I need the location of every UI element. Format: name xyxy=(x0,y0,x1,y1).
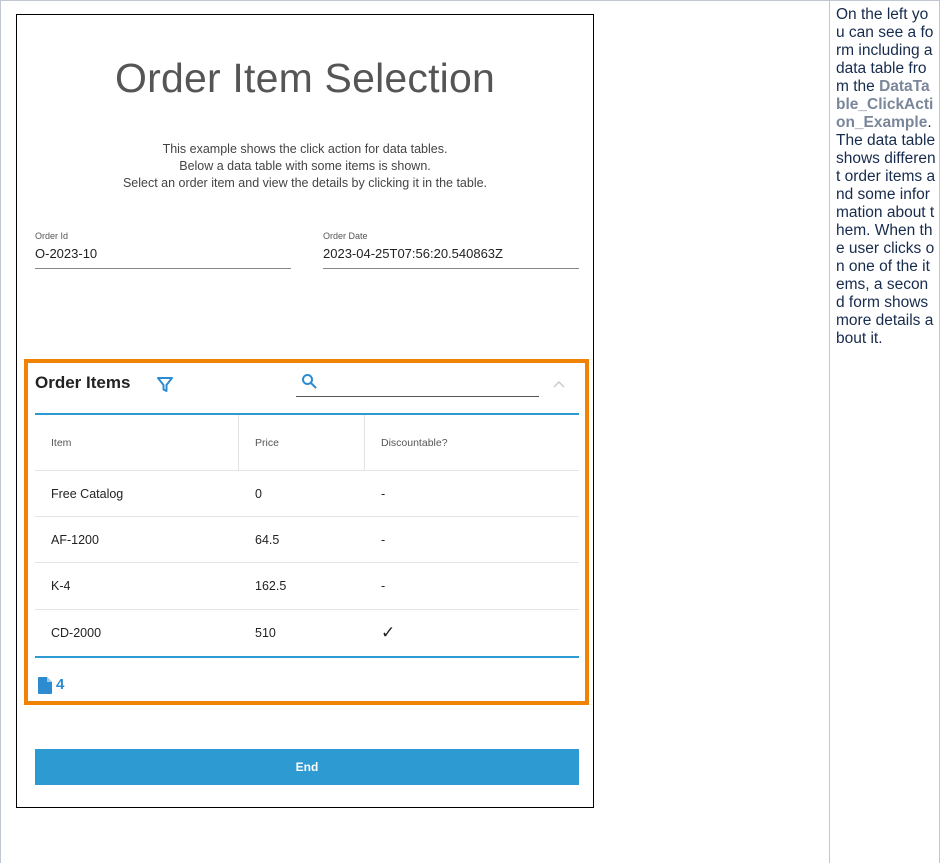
column-header-discountable[interactable]: Discountable? xyxy=(365,415,579,470)
order-id-underline xyxy=(35,268,291,269)
order-id-field[interactable]: Order Id O-2023-10 xyxy=(35,231,291,269)
order-date-field[interactable]: Order Date 2023-04-25T07:56:20.540863Z xyxy=(323,231,579,269)
column-header-price[interactable]: Price xyxy=(239,415,364,470)
price-cell: 64.5 xyxy=(255,533,280,547)
price-cell: 162.5 xyxy=(255,579,287,593)
file-icon xyxy=(38,677,52,694)
column-header-item[interactable]: Item xyxy=(35,415,238,470)
price-cell: 510 xyxy=(255,626,276,640)
item-cell: CD-2000 xyxy=(51,626,102,640)
search-input[interactable] xyxy=(296,396,539,397)
end-button[interactable]: End xyxy=(35,749,579,785)
description-line-1: This example shows the click action for … xyxy=(162,142,448,156)
table-border-top xyxy=(0,0,940,1)
table-bottom-border xyxy=(35,656,579,658)
side-text-part-2: . The data table shows different order i… xyxy=(836,114,936,347)
price-cell: 0 xyxy=(255,487,262,501)
order-items-title: Order Items xyxy=(35,373,131,392)
discountable-check-cell: ✓ xyxy=(381,623,396,642)
filter-icon[interactable] xyxy=(156,376,174,394)
table-row[interactable]: K-4 162.5 - xyxy=(35,562,579,609)
description-line-3: Select an order item and view the detail… xyxy=(122,176,488,190)
chevron-up-icon[interactable] xyxy=(553,379,565,389)
order-id-value: O-2023-10 xyxy=(35,246,98,261)
item-cell: Free Catalog xyxy=(51,487,124,501)
table-border-left xyxy=(0,0,1,863)
order-date-label: Order Date xyxy=(323,231,368,241)
side-description: On the left you can see a form including… xyxy=(836,6,936,348)
form-description: This example shows the click action for … xyxy=(17,141,593,192)
discountable-cell: - xyxy=(381,487,386,501)
table-row[interactable]: CD-2000 510 ✓ xyxy=(35,609,579,656)
doc-table: Order Item Selection This example shows … xyxy=(0,0,940,863)
item-cell: K-4 xyxy=(51,579,71,593)
table-border-middle xyxy=(829,0,830,863)
form-screenshot: Order Item Selection This example shows … xyxy=(16,14,594,808)
table-row[interactable]: Free Catalog 0 - xyxy=(35,470,579,517)
item-count: 4 xyxy=(56,676,65,693)
description-line-2: Below a data table with some items is sh… xyxy=(179,159,431,173)
table-row[interactable]: AF-1200 64.5 - xyxy=(35,516,579,563)
page-title: Order Item Selection xyxy=(115,55,495,101)
order-date-underline xyxy=(323,268,579,269)
search-icon[interactable] xyxy=(301,373,317,389)
order-date-value: 2023-04-25T07:56:20.540863Z xyxy=(323,246,503,261)
discountable-cell: - xyxy=(381,533,386,547)
item-cell: AF-1200 xyxy=(51,533,99,547)
discountable-cell: - xyxy=(381,579,386,593)
order-id-label: Order Id xyxy=(35,231,69,241)
